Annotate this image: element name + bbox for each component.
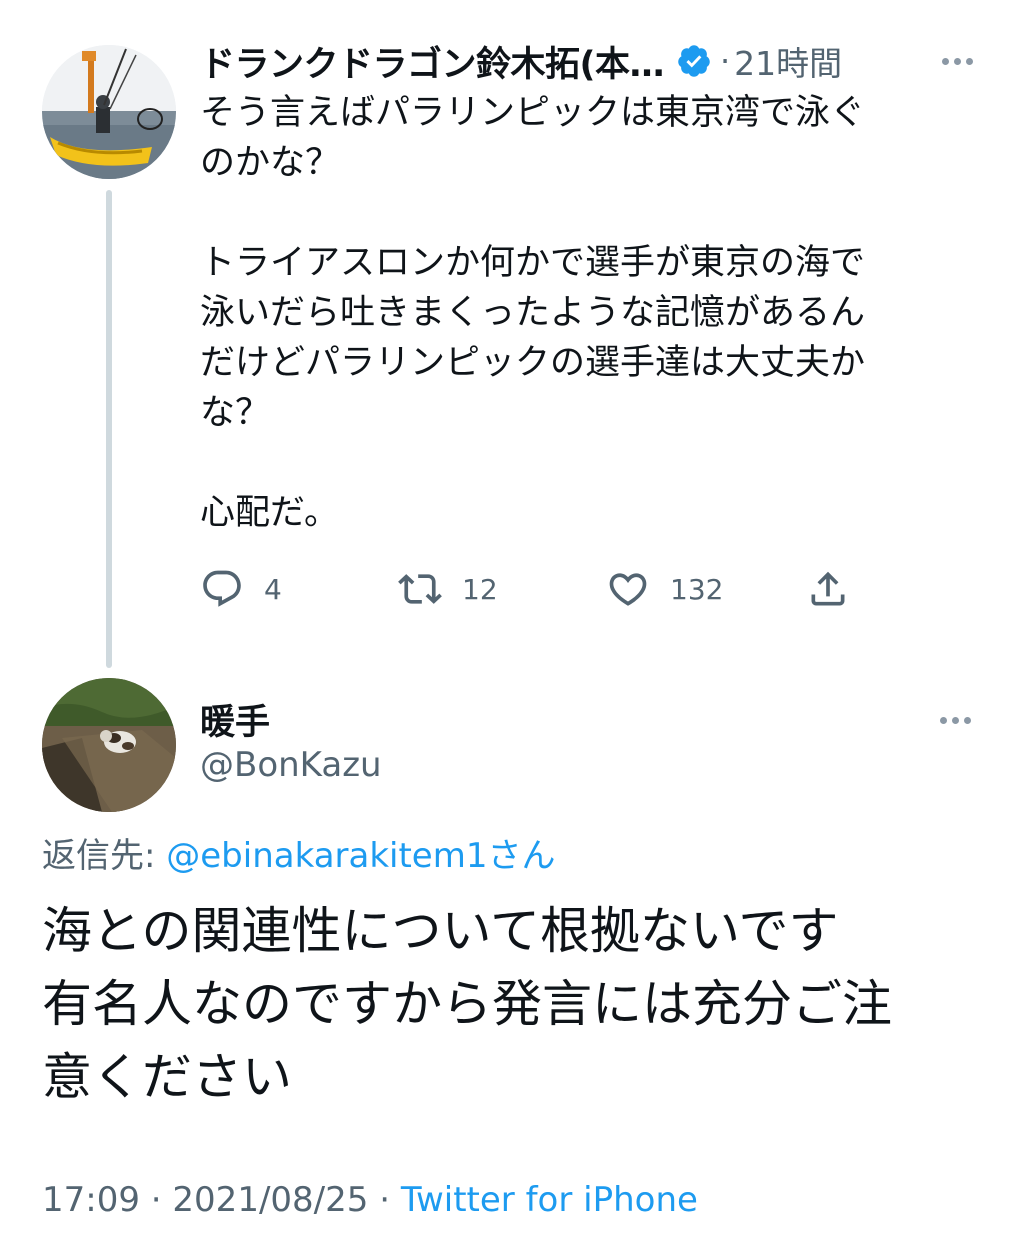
parent-tweet-header: ドランクドラゴン鈴木拓(本… · 21時間 [200,36,990,86]
verified-badge-icon [678,45,710,77]
parent-display-name[interactable]: ドランクドラゴン鈴木拓(本… [200,36,664,87]
reply-avatar[interactable] [42,678,176,812]
like-count: 132 [670,572,724,606]
avatar-photo-kayak-fishing [42,45,176,179]
parent-tweet-text: そう言えばパラリンピックは東京湾で泳ぐ のかな？ トライアスロンか何かで選手が東… [200,93,866,533]
reply-count: 4 [264,572,282,606]
parent-more-options-icon[interactable] [942,58,973,65]
header-separator: · [720,42,731,80]
retweet-button[interactable]: 12 [398,562,498,616]
meta-separator-2: · [368,1180,401,1220]
parent-action-bar: 4 12 132 [200,562,860,616]
like-button[interactable]: 132 [606,562,723,616]
parent-relative-time[interactable]: 21時間 [734,37,842,85]
reply-tweet-text: 海との関連性について根拠ないです 有名人なのですから発言には充分ご注 意ください [42,902,892,1106]
reply-button[interactable]: 4 [200,562,282,616]
reply-display-name[interactable]: 暖手 [200,694,270,745]
parent-avatar[interactable] [42,45,176,179]
meta-separator-1: · [139,1180,173,1220]
retweet-icon [398,574,442,604]
reply-metadata: 17:09 · 2021/08/25 · Twitter for iPhone [42,1180,698,1220]
replying-to-mention-link[interactable]: @ebinakarakitem1さん [166,836,555,876]
replying-to-line: 返信先: @ebinakarakitem1さん [42,828,555,877]
replying-to-label: 返信先: [42,836,167,876]
reply-time[interactable]: 17:09 [42,1180,140,1220]
reply-source-link[interactable]: Twitter for iPhone [401,1180,698,1220]
reply-handle[interactable]: @BonKazu [200,745,382,785]
heart-icon [609,573,647,606]
share-button[interactable] [806,562,850,616]
reply-more-options-icon[interactable] [940,717,971,724]
retweet-count: 12 [462,572,498,606]
share-icon [811,571,845,606]
reply-icon [203,570,241,607]
thread-connector-line [106,190,112,668]
parent-tweet[interactable]: ドランクドラゴン鈴木拓(本… · 21時間 そう言えばパラリンピックは東京湾で泳… [0,0,1024,670]
avatar-photo-cat-on-ground [42,678,176,812]
reply-date[interactable]: 2021/08/25 [172,1180,368,1220]
